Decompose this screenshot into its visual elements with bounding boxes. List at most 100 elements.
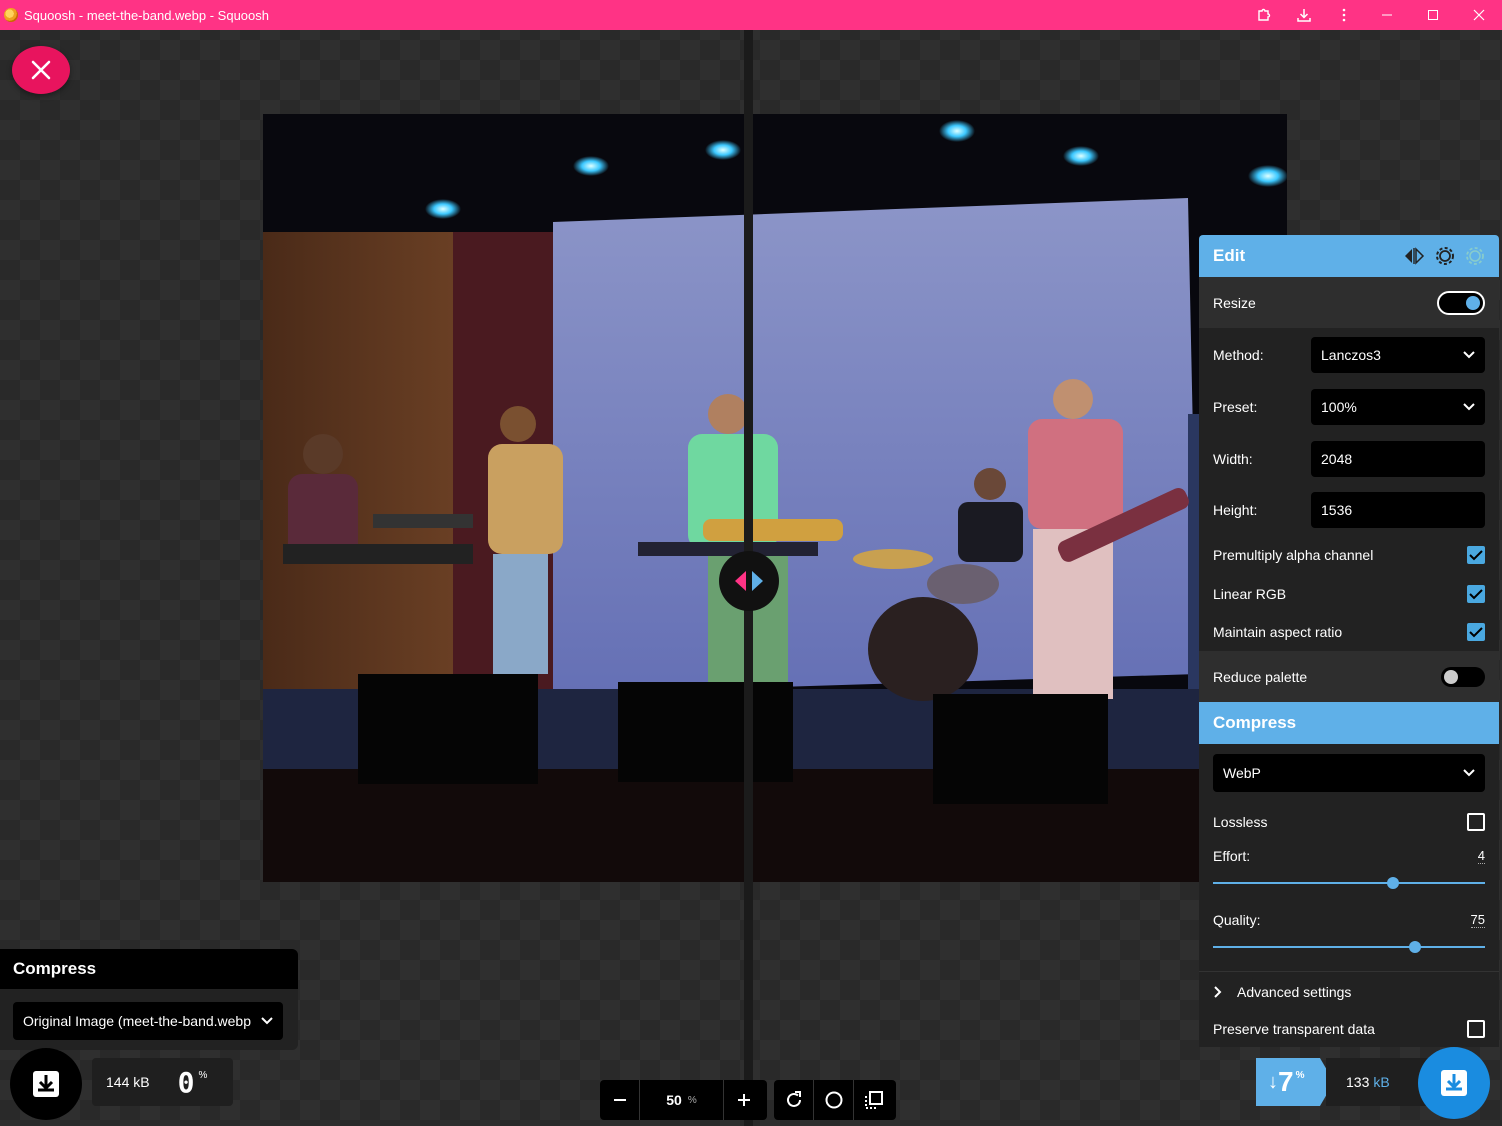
- effort-label: Effort:: [1213, 848, 1251, 864]
- height-row: Height: 1536: [1199, 484, 1499, 535]
- zoom-level[interactable]: 50 %: [640, 1080, 724, 1120]
- codec-select[interactable]: WebP: [1213, 754, 1485, 792]
- reduction-percent: 7: [1278, 1066, 1294, 1097]
- download-icon: [33, 1071, 59, 1097]
- lossless-checkbox[interactable]: [1467, 813, 1485, 831]
- plus-icon: [738, 1094, 750, 1106]
- compressed-size-info: 133 kB: [1326, 1058, 1432, 1106]
- width-input[interactable]: 2048: [1311, 440, 1485, 477]
- minimize-icon[interactable]: [1364, 0, 1410, 30]
- copy-settings-across-icon[interactable]: [1403, 247, 1425, 265]
- fit-icon: [865, 1091, 883, 1109]
- image-preview[interactable]: [263, 114, 1287, 882]
- resize-label: Resize: [1213, 294, 1256, 311]
- reduce-palette-label: Reduce palette: [1213, 668, 1308, 685]
- left-compress-title: Compress: [0, 949, 298, 989]
- title-bar: Squoosh - meet-the-band.webp - Squoosh: [0, 0, 1502, 30]
- method-select[interactable]: Lanczos3: [1311, 336, 1485, 373]
- download-icon: [1441, 1070, 1467, 1096]
- compare-handle[interactable]: [719, 551, 779, 611]
- effort-value[interactable]: 4: [1477, 848, 1485, 864]
- codec-value: WebP: [1223, 765, 1261, 781]
- close-editor-button[interactable]: [12, 46, 70, 94]
- width-label: Width:: [1213, 450, 1253, 467]
- lossless-row: Lossless: [1199, 802, 1499, 842]
- maximize-icon[interactable]: [1410, 0, 1456, 30]
- close-icon: [31, 60, 51, 80]
- preset-select[interactable]: 100%: [1311, 389, 1485, 425]
- left-source-value: Original Image (meet-the-band.webp): [23, 1013, 251, 1029]
- more-icon[interactable]: [1324, 0, 1364, 30]
- chevron-down-icon: [1463, 769, 1475, 777]
- aspect-checkbox[interactable]: [1467, 623, 1485, 641]
- view-controls: [774, 1080, 896, 1120]
- resize-row: Resize: [1199, 277, 1499, 328]
- close-window-icon[interactable]: [1456, 0, 1502, 30]
- circle-icon: [825, 1091, 842, 1109]
- compressed-size-unit: kB: [1373, 1074, 1390, 1090]
- advanced-settings-label: Advanced settings: [1237, 983, 1352, 1000]
- chevron-down-icon: [261, 1017, 273, 1025]
- squoosh-logo-icon: [4, 8, 18, 22]
- preset-value: 100%: [1321, 399, 1357, 415]
- edit-title: Edit: [1213, 246, 1246, 265]
- linear-rgb-row: Linear RGB: [1199, 574, 1499, 613]
- left-source-select[interactable]: Original Image (meet-the-band.webp): [13, 1002, 283, 1040]
- rotate-icon: [786, 1091, 801, 1107]
- fit-view-button[interactable]: [854, 1080, 894, 1120]
- quality-slider[interactable]: [1213, 941, 1485, 953]
- original-percent: 0: [177, 1065, 195, 1099]
- linear-rgb-checkbox[interactable]: [1467, 584, 1485, 603]
- zoom-value: 50: [666, 1092, 682, 1108]
- original-size: 144 kB: [106, 1074, 150, 1090]
- extension-icon[interactable]: [1244, 0, 1284, 30]
- zoom-out-button[interactable]: [600, 1080, 640, 1120]
- zoom-controls: 50 %: [600, 1080, 767, 1120]
- save-settings-icon[interactable]: [1435, 246, 1455, 266]
- compressed-size: 133: [1346, 1074, 1370, 1090]
- original-percent-sign: %: [198, 1069, 208, 1081]
- premultiply-checkbox[interactable]: [1467, 545, 1485, 564]
- download-icon[interactable]: [1284, 0, 1324, 30]
- reduction-arrow: ↓: [1268, 1070, 1278, 1093]
- chevron-right-icon: [1214, 985, 1222, 998]
- height-input[interactable]: 1536: [1311, 491, 1485, 528]
- preset-label: Preset:: [1213, 399, 1258, 415]
- width-row: Width: 2048: [1199, 433, 1499, 484]
- effort-slider-thumb[interactable]: [1387, 877, 1399, 889]
- minus-icon: [613, 1099, 626, 1101]
- zoom-in-button[interactable]: [724, 1080, 764, 1120]
- check-icon: [1469, 627, 1483, 638]
- size-reduction-badge: ↓ 7 %: [1256, 1058, 1334, 1106]
- advanced-settings-row[interactable]: Advanced settings: [1199, 971, 1499, 1011]
- method-label: Method:: [1213, 346, 1264, 363]
- aspect-label: Maintain aspect ratio: [1213, 624, 1343, 640]
- quality-label: Quality:: [1213, 912, 1261, 928]
- aspect-row: Maintain aspect ratio: [1199, 613, 1499, 651]
- left-compress-panel: Compress Original Image (meet-the-band.w…: [0, 949, 298, 1050]
- resize-toggle[interactable]: [1437, 290, 1485, 315]
- quality-value[interactable]: 75: [1470, 912, 1485, 928]
- rotate-button[interactable]: [774, 1080, 814, 1120]
- original-size-info: 144 kB 0 %: [92, 1058, 233, 1106]
- preserve-label: Preserve transparent data: [1213, 1021, 1375, 1037]
- reduce-palette-row: Reduce palette: [1199, 651, 1499, 702]
- chevron-down-icon: [1463, 403, 1475, 411]
- preserve-checkbox[interactable]: [1467, 1020, 1485, 1038]
- download-compressed-button[interactable]: [1418, 1047, 1490, 1119]
- preserve-row: Preserve transparent data: [1199, 1011, 1499, 1047]
- reduction-percent-sign: %: [1295, 1069, 1305, 1081]
- method-value: Lanczos3: [1321, 346, 1381, 363]
- background-toggle-button[interactable]: [814, 1080, 854, 1120]
- chevron-down-icon: [1463, 350, 1475, 358]
- window-title: Squoosh - meet-the-band.webp - Squoosh: [24, 7, 269, 23]
- download-original-button[interactable]: [10, 1048, 82, 1120]
- effort-row: Effort: 4: [1199, 842, 1499, 906]
- quality-slider-thumb[interactable]: [1409, 941, 1421, 953]
- edit-panel-header: Edit: [1199, 235, 1499, 277]
- import-settings-icon[interactable]: [1465, 246, 1485, 266]
- zoom-unit: %: [687, 1094, 697, 1106]
- reduce-palette-toggle[interactable]: [1441, 666, 1485, 687]
- effort-slider[interactable]: [1213, 877, 1485, 889]
- preset-row: Preset: 100%: [1199, 381, 1499, 433]
